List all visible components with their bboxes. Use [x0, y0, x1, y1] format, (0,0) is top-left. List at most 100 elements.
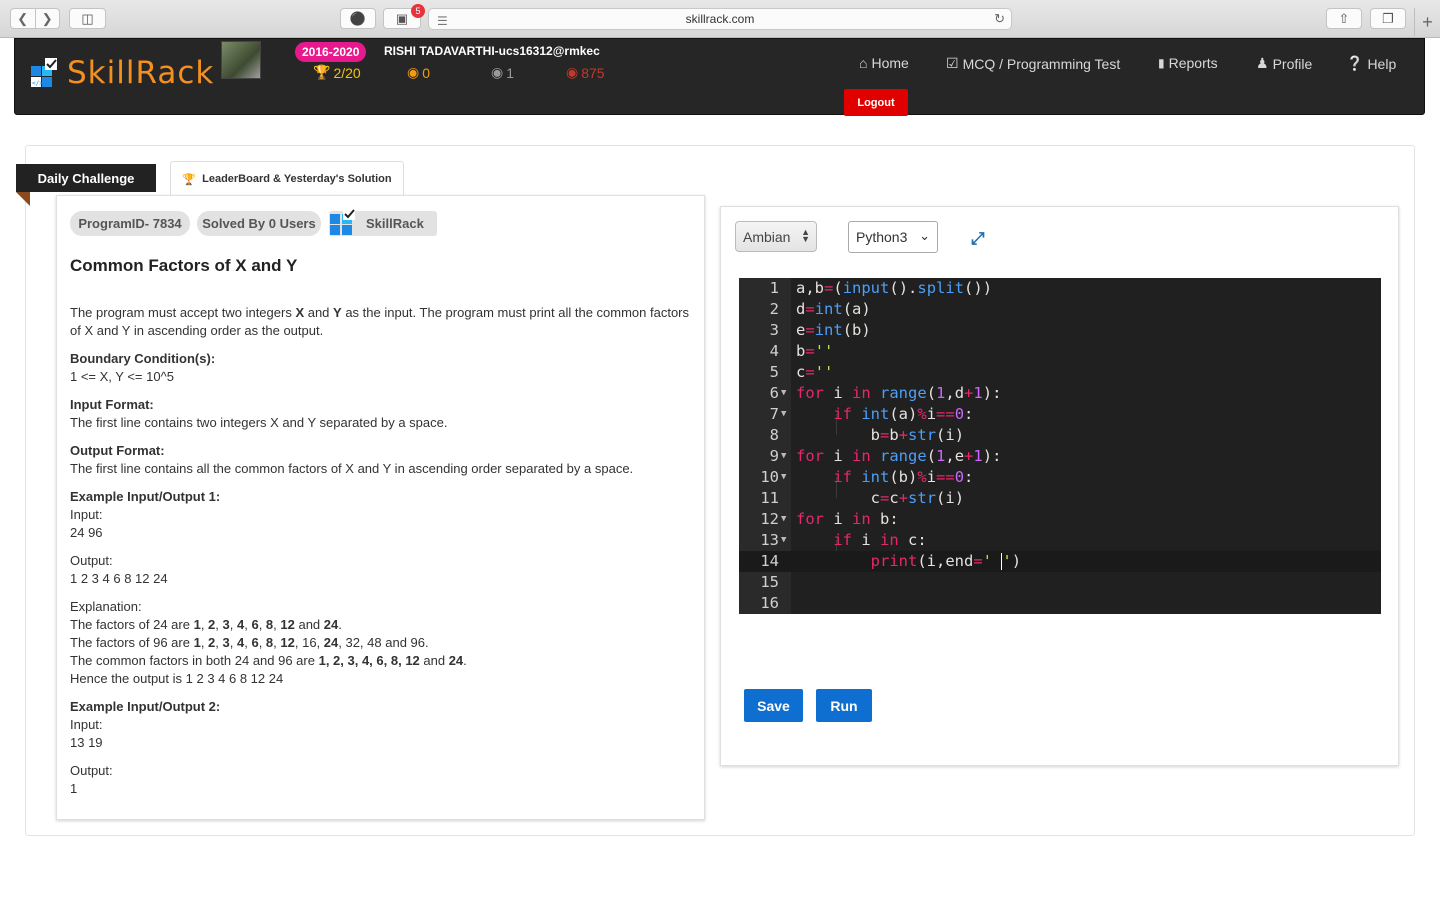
tab-fold-decoration [16, 192, 30, 206]
nav-help[interactable]: ❔ Help [1346, 55, 1396, 72]
solved-by-badge: Solved By 0 Users [197, 211, 321, 236]
code-line: 5 c='' [769, 363, 834, 381]
extension-badge: 5 [411, 4, 425, 18]
theme-select[interactable]: Ambian ▲ ▼ [735, 221, 817, 252]
skillrack-icon [330, 209, 356, 238]
stat-value: 875 [581, 64, 605, 81]
code-line: 10 ▼ if int(b)%i==0: [760, 468, 974, 486]
nav-label: MCQ / Programming Test [962, 55, 1121, 72]
fold-arrow-icon: ▼ [781, 472, 787, 482]
checkbox-icon: ☑ [946, 55, 959, 71]
stat-value: 0 [422, 64, 431, 81]
output-format-section: Output Format: The first line contains al… [70, 443, 634, 476]
tab-label: LeaderBoard & Yesterday's Solution [202, 173, 392, 185]
home-icon: ⌂ [859, 55, 868, 71]
nav-label: Reports [1168, 55, 1218, 71]
code-line: 4 b='' [769, 342, 834, 360]
code-line: 15 [760, 573, 779, 591]
stat-value: 1 [506, 64, 515, 81]
code-line: 16 [760, 594, 779, 612]
save-button[interactable]: Save [744, 689, 803, 722]
program-id-badge: ProgramID- 7834 [70, 211, 190, 236]
logo-icon: </> [31, 58, 61, 88]
nav-home[interactable]: ⌂ Home [859, 55, 909, 71]
site-header: </> SkillRack 2016-2020 RISHI TADAVARTHI… [14, 38, 1425, 116]
code-line: 7 ▼ if int(a)%i==0: [769, 405, 974, 423]
bar-chart-icon: ▮ [1158, 56, 1165, 70]
code-editor[interactable]: 1 a,b=(input().split()) 2 d=int(a) 3 e=int(… [739, 278, 1381, 614]
trophy-icon: 🏆 [313, 64, 331, 80]
stat-silver: ◉ 1 [491, 64, 514, 81]
language-value: Python3 [856, 229, 908, 245]
stat-trophy: 🏆 2/20 [313, 64, 361, 81]
code-line: 13 ▼ if i in c: [760, 531, 927, 549]
browser-toolbar: ❮ ❯ ◫ ⚫ ▣ 5 ☰ skillrack.com ↻ ⇧ ❐ + [0, 0, 1440, 38]
fullscreen-icon[interactable]: ⤢ [971, 230, 989, 248]
nav-profile[interactable]: ♟ Profile [1256, 55, 1312, 72]
back-icon[interactable]: ❮ [11, 9, 36, 28]
stat-gold: ◉ 0 [407, 64, 430, 81]
code-line: 2 d=int(a) [769, 300, 871, 318]
nav-label: Home [871, 55, 909, 71]
tab-leaderboard[interactable]: 🏆 LeaderBoard & Yesterday's Solution [170, 161, 404, 196]
svg-text:</>: </> [32, 80, 43, 87]
example-1-input: Example Input/Output 1: Input: 24 96 [70, 489, 221, 540]
forward-icon[interactable]: ❯ [36, 9, 60, 28]
explanation-section: Explanation: The factors of 24 are 1, 2,… [70, 599, 467, 686]
address-bar[interactable]: ☰ skillrack.com ↻ [428, 8, 1012, 30]
nav-reports[interactable]: ▮ Reports [1158, 55, 1218, 71]
code-line: 3 e=int(b) [769, 321, 871, 339]
url-text: skillrack.com [685, 12, 755, 26]
updown-arrow-icon: ▲ ▼ [801, 227, 810, 244]
logo-text: SkillRack [67, 55, 215, 91]
code-line: 1 a,b=(input().split()) [769, 279, 993, 297]
fold-arrow-icon: ▼ [781, 535, 787, 545]
lightbulb-icon[interactable]: ⚫ [340, 8, 376, 29]
new-tab-button[interactable]: + [1414, 8, 1440, 36]
reader-icon[interactable]: ☰ [437, 14, 448, 28]
stat-bronze: ◉ 875 [566, 64, 605, 81]
problem-description: The program must accept two integers X a… [70, 305, 690, 338]
logout-button[interactable]: Logout [844, 89, 908, 116]
question-body: The program must accept two integers X a… [70, 304, 695, 808]
fold-arrow-icon: ▼ [781, 514, 787, 524]
tab-daily-challenge[interactable]: Daily Challenge [16, 164, 156, 192]
user-name: RISHI TADAVARTHI-ucs16312@rmkec [384, 44, 600, 58]
fold-arrow-icon: ▼ [781, 388, 787, 398]
code-line: 12 ▼ for i in b: [760, 510, 899, 528]
fold-arrow-icon: ▼ [781, 409, 787, 419]
silver-medal-icon: ◉ [491, 64, 504, 80]
source-label: SkillRack [366, 216, 424, 231]
stat-value: 2/20 [333, 64, 361, 81]
boundary-section: Boundary Condition(s): 1 <= X, Y <= 10^5 [70, 351, 216, 384]
example-1-output: Output: 1 2 3 4 6 8 12 24 [70, 553, 168, 586]
user-icon: ♟ [1256, 55, 1269, 71]
fold-arrow-icon: ▼ [781, 451, 787, 461]
language-select[interactable]: Python3 ⌄ [848, 221, 938, 253]
question-title: Common Factors of X and Y [70, 256, 298, 275]
question-icon: ❔ [1346, 55, 1364, 71]
skillrack-logo[interactable]: </> SkillRack [31, 55, 214, 91]
nav-label: Help [1367, 55, 1397, 72]
code-panel: Ambian ▲ ▼ Python3 ⌄ ⤢ 1 a,b=(input().spli… [720, 206, 1399, 766]
bronze-medal-icon: ◉ [566, 64, 579, 80]
code-line: 8 b=b+str(i) [769, 426, 965, 444]
input-format-section: Input Format: The first line contains two… [70, 397, 448, 430]
code-line: 9 ▼ for i in range(1,e+1): [769, 447, 1002, 465]
reload-icon[interactable]: ↻ [994, 11, 1005, 27]
browser-nav-buttons: ❮ ❯ [10, 8, 60, 29]
example-2-input: Example Input/Output 2: Input: 13 19 [70, 699, 221, 750]
source-badge: SkillRack [329, 209, 437, 238]
chevron-down-icon: ⌄ [919, 228, 930, 243]
nav-mcq-programming-test[interactable]: ☑ MCQ / Programming Test [946, 55, 1120, 72]
batch-badge: 2016-2020 [295, 42, 367, 62]
theme-value: Ambian [743, 228, 791, 245]
avatar[interactable] [221, 41, 261, 79]
sidebar-toggle-icon[interactable]: ◫ [69, 8, 106, 29]
example-2-output: Output: 1 [70, 763, 113, 796]
share-icon[interactable]: ⇧ [1326, 8, 1362, 29]
nav-label: Profile [1272, 55, 1313, 72]
code-line-active: 14 print(i,end=' ') [739, 551, 1381, 572]
run-button[interactable]: Run [816, 689, 872, 722]
tabs-overview-icon[interactable]: ❐ [1370, 8, 1406, 29]
